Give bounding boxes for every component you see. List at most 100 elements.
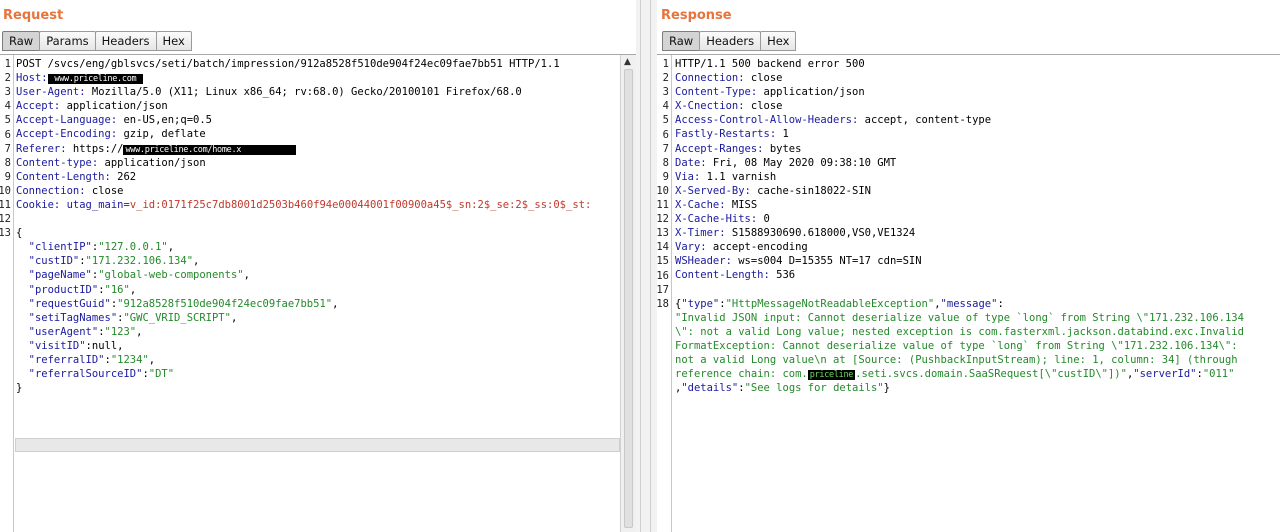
line-number: 4 — [662, 100, 669, 113]
code-token: , — [167, 241, 175, 254]
response-editor[interactable]: 1 2 3 4 5 6 7 8 9 10 11 12 13 14 15 16 17 18 HTTP/1.1 500… — [657, 54, 1280, 532]
tab-hex[interactable]: Hex — [155, 31, 192, 51]
tab-raw[interactable]: Raw — [2, 31, 41, 51]
code-token: X-Cnection: — [675, 100, 745, 113]
code-token: \": not a valid Long value; nested excep… — [675, 325, 1244, 338]
line-number: 16 — [657, 269, 669, 282]
code-token: application/json — [757, 86, 865, 99]
line-number: 18 — [657, 297, 669, 310]
code-line: Connection: close — [675, 71, 1280, 85]
tab-params[interactable]: Params — [39, 31, 96, 51]
code-line: FormatException: Cannot deserialize valu… — [675, 339, 1280, 353]
code-token: reference chain: com. — [675, 368, 808, 381]
code-token: .seti.svcs.domain.SaaSRequest[\"custID\"… — [855, 368, 1127, 381]
code-token: Accept: — [16, 100, 61, 113]
request-scroll-thumb[interactable] — [624, 69, 633, 528]
code-line: Host: www.priceline.com — [16, 71, 620, 85]
line-number: 8 — [662, 156, 669, 169]
code-token: "011" — [1202, 368, 1235, 381]
request-editor[interactable]: 12345678910111213 POST /svcs/eng/gblsvcs… — [0, 54, 636, 532]
code-token: S1588930690.618000,VS0,VE1324 — [725, 227, 916, 240]
code-token: FormatException: Cannot deserialize valu… — [675, 339, 1238, 352]
code-line: WSHeader: ws=s004 D=15355 NT=17 cdn=SIN — [675, 254, 1280, 268]
code-token: Cookie: — [16, 198, 61, 211]
code-token: WSHeader: — [675, 255, 732, 268]
response-title: Response — [661, 8, 732, 23]
code-token: Fri, 08 May 2020 09:38:10 GMT — [706, 156, 897, 169]
code-token: , — [148, 353, 156, 366]
pane-splitter[interactable] — [636, 0, 657, 532]
code-token: User-Agent: — [16, 86, 86, 99]
tab-headers[interactable]: Headers — [94, 31, 157, 51]
line-number: 9 — [4, 170, 11, 183]
line-number: 5 — [4, 114, 11, 127]
code-token: { — [16, 227, 23, 240]
code-line: "pageName":"global-web-components", — [16, 268, 620, 282]
request-raw-text[interactable]: POST /svcs/eng/gblsvcs/seti/batch/impres… — [16, 57, 620, 395]
code-token: "16" — [104, 283, 130, 296]
code-token: "custID" — [16, 255, 80, 268]
code-token: "type" — [681, 297, 720, 310]
code-token: POST /svcs/eng/gblsvcs/seti/batch/impres… — [16, 58, 560, 70]
code-line: "setiTagNames":"GWC_VRID_SCRIPT", — [16, 311, 620, 325]
code-token: "See logs for details" — [744, 382, 884, 395]
response-tabs: Raw Headers Hex — [662, 31, 797, 51]
line-number: 12 — [657, 213, 669, 226]
code-line: "referralID":"1234", — [16, 353, 620, 367]
code-token: "Invalid JSON input: Cannot deserialize … — [675, 311, 1244, 324]
code-line: User-Agent: Mozilla/5.0 (X11; Linux x86_… — [16, 85, 620, 99]
code-token: close — [85, 184, 124, 197]
response-raw-text[interactable]: HTTP/1.1 500 backend error 500 Connection… — [675, 57, 1280, 395]
code-line: Cookie: utag_main=v_id:0171f25c7db8001d2… — [16, 198, 620, 212]
code-token: utag_main= — [60, 198, 130, 211]
code-line: Content-type: application/json — [16, 156, 620, 170]
code-token: "clientIP" — [16, 241, 92, 254]
code-line: Via: 1.1 varnish — [675, 170, 1280, 184]
code-token: Via: — [675, 170, 701, 183]
code-token: "productID" — [16, 283, 99, 296]
code-token: HTTP/1.1 500 backend error 500 — [675, 58, 865, 70]
code-token: X-Served-By: — [675, 184, 751, 197]
code-token: Accept-Ranges: — [675, 142, 764, 155]
code-line: Connection: close — [16, 184, 620, 198]
code-token: Content-type: — [16, 156, 99, 169]
code-line: "productID":"16", — [16, 283, 620, 297]
code-line: Date: Fri, 08 May 2020 09:38:10 GMT — [675, 156, 1280, 170]
line-number: 13 — [0, 227, 11, 240]
line-number: 3 — [662, 86, 669, 99]
line-number: 10 — [0, 184, 11, 197]
code-token: MISS — [725, 198, 758, 211]
tab-raw[interactable]: Raw — [662, 31, 701, 51]
line-number: 1 — [662, 58, 669, 70]
request-title: Request — [3, 8, 64, 23]
code-line: "clientIP":"127.0.0.1", — [16, 240, 620, 254]
code-line: POST /svcs/eng/gblsvcs/seti/batch/impres… — [16, 57, 620, 71]
request-scrollbar[interactable]: ▲ — [620, 55, 636, 532]
code-line: Content-Length: 536 — [675, 268, 1280, 282]
request-tabs: Raw Params Headers Hex — [2, 31, 192, 51]
tab-headers[interactable]: Headers — [699, 31, 762, 51]
code-token: , — [129, 283, 137, 296]
code-token: "GWC_VRID_SCRIPT" — [123, 311, 231, 324]
code-line: { — [16, 226, 620, 240]
code-line: Accept-Language: en-US,en;q=0.5 — [16, 113, 620, 127]
line-number: 11 — [0, 199, 11, 211]
code-token: close — [744, 72, 783, 85]
code-token: "HttpMessageNotReadableException" — [725, 297, 935, 310]
code-token: 262 — [110, 170, 137, 183]
request-pane: Request RawParamsHeadersHex 123456789101… — [0, 0, 636, 532]
code-token: Content-Length: — [16, 170, 111, 183]
code-token: "DT" — [148, 368, 175, 381]
code-token: gzip, deflate — [117, 128, 206, 141]
code-token: accept-encoding — [706, 241, 808, 254]
scroll-up-arrow-icon[interactable]: ▲ — [624, 57, 631, 67]
code-line: {"type":"HttpMessageNotReadableException… — [675, 297, 1280, 311]
tab-hex[interactable]: Hex — [760, 31, 797, 51]
code-token: X-Timer: — [675, 227, 726, 240]
code-token: Vary: — [675, 241, 707, 254]
line-number: 13 — [657, 227, 669, 240]
code-token: Content-Type: — [675, 86, 758, 99]
code-token: } — [883, 382, 890, 395]
code-token: , — [332, 297, 339, 310]
line-number: 11 — [657, 199, 669, 211]
